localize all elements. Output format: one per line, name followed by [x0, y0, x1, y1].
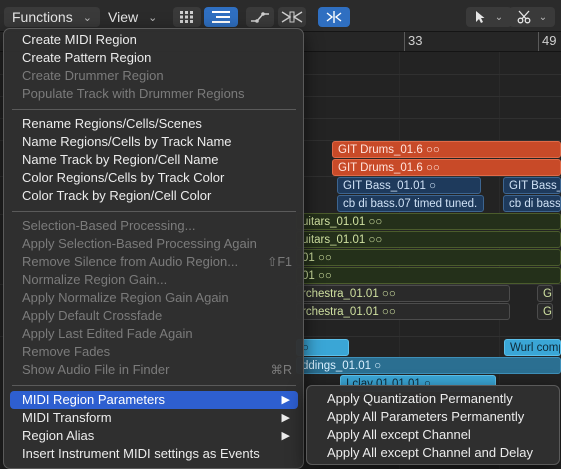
- automation-curve-icon: [251, 12, 269, 23]
- scissors-icon: [517, 10, 531, 24]
- menu-separator: [12, 211, 296, 212]
- region-orchestra-1[interactable]: rchestra_01.01 ○○: [296, 285, 510, 302]
- menu-item-name-track-by-region[interactable]: Name Track by Region/Cell Name: [10, 151, 298, 169]
- region-cb-di-bass-2[interactable]: cb di bass: [503, 195, 561, 212]
- region-git-bass[interactable]: GIT Bass_01.01 ○: [337, 177, 481, 194]
- ruler-tick: [404, 32, 405, 51]
- region-wurl-comp[interactable]: Wurl comp: [504, 339, 561, 356]
- menu-item-region-alias[interactable]: Region Alias ▶: [10, 427, 298, 445]
- functions-menu-button[interactable]: Functions ⌄: [4, 7, 100, 27]
- chevron-down-icon: ⌄: [82, 11, 92, 24]
- automation-button[interactable]: [246, 7, 274, 27]
- shortcut-label: ⇧F1: [266, 255, 292, 269]
- menu-item-create-drummer-region[interactable]: Create Drummer Region: [10, 67, 298, 85]
- menu-item-midi-region-parameters[interactable]: MIDI Region Parameters ▶: [10, 391, 298, 409]
- submenu-item-apply-all-except-channel-delay[interactable]: Apply All except Channel and Delay: [313, 444, 555, 462]
- menu-item-midi-transform[interactable]: MIDI Transform ▶: [10, 409, 298, 427]
- functions-dropdown-menu: Create MIDI Region Create Pattern Region…: [3, 28, 304, 469]
- menu-item-remove-silence[interactable]: Remove Silence from Audio Region... ⇧F1: [10, 253, 298, 271]
- tracks-list-icon: [212, 11, 230, 23]
- flex-button[interactable]: [278, 7, 306, 27]
- region-puddings[interactable]: ddings_01.01 ○: [296, 357, 561, 374]
- region-guitars-1[interactable]: uitars_01.01 ○○: [296, 213, 561, 230]
- menu-item-apply-selection-processing-again[interactable]: Apply Selection-Based Processing Again: [10, 235, 298, 253]
- region-git-bass-2[interactable]: GIT Bass_0: [503, 177, 561, 194]
- menu-item-remove-fades[interactable]: Remove Fades: [10, 343, 298, 361]
- pointer-tool-menu[interactable]: ⌄: [466, 7, 512, 27]
- submenu-item-apply-all-parameters[interactable]: Apply All Parameters Permanently: [313, 408, 555, 426]
- submenu-arrow-icon: ▶: [281, 412, 290, 424]
- menu-item-apply-default-crossfade[interactable]: Apply Default Crossfade: [10, 307, 298, 325]
- submenu-item-apply-quantization[interactable]: Apply Quantization Permanently: [313, 390, 555, 408]
- menu-item-insert-instrument-midi[interactable]: Insert Instrument MIDI settings as Event…: [10, 445, 298, 463]
- submenu-arrow-icon: ▶: [281, 394, 290, 406]
- submenu-item-apply-all-except-channel[interactable]: Apply All except Channel: [313, 426, 555, 444]
- menu-item-normalize-gain[interactable]: Normalize Region Gain...: [10, 271, 298, 289]
- tracks-view-button[interactable]: [204, 7, 238, 27]
- catch-playhead-button[interactable]: [318, 7, 350, 27]
- menu-item-label: Region Alias: [22, 428, 95, 443]
- menu-item-rename-regions[interactable]: Rename Regions/Cells/Scenes: [10, 115, 298, 133]
- menu-item-label: MIDI Transform: [22, 410, 112, 425]
- ruler-tick: [538, 32, 539, 51]
- scissors-tool-menu[interactable]: ⌄: [509, 7, 555, 27]
- region-orchestra-2[interactable]: rchestra_01.01 ○○: [296, 303, 510, 320]
- ruler-bar-49: 49: [542, 33, 557, 48]
- region-g-2[interactable]: G: [537, 303, 553, 320]
- grid-view-button[interactable]: [173, 7, 201, 27]
- menu-item-apply-normalize-again[interactable]: Apply Normalize Region Gain Again: [10, 289, 298, 307]
- pointer-arrow-icon: [475, 11, 485, 23]
- logic-arrange-window: Functions ⌄ View ⌄ ⌄ ⌄ 33 49 GIT Drums_0…: [0, 0, 561, 469]
- view-menu-button[interactable]: View ⌄: [100, 7, 165, 27]
- flex-icon: [281, 11, 303, 23]
- menu-item-name-regions-by-track[interactable]: Name Regions/Cells by Track Name: [10, 133, 298, 151]
- menu-item-show-in-finder[interactable]: Show Audio File in Finder ⌘R: [10, 361, 298, 379]
- menu-item-color-regions-by-track[interactable]: Color Regions/Cells by Track Color: [10, 169, 298, 187]
- menu-item-selection-based-processing[interactable]: Selection-Based Processing...: [10, 217, 298, 235]
- menu-item-create-midi-region[interactable]: Create MIDI Region: [10, 31, 298, 49]
- region-guitars-2[interactable]: uitars_01.01 ○○: [296, 231, 561, 248]
- menu-separator: [12, 109, 296, 110]
- menu-item-color-track-by-region[interactable]: Color Track by Region/Cell Color: [10, 187, 298, 205]
- menu-item-populate-drummer[interactable]: Populate Track with Drummer Regions: [10, 85, 298, 103]
- region-cb-di-bass[interactable]: cb di bass.07 timed tuned.: [337, 195, 484, 212]
- ruler-bar-33: 33: [408, 33, 423, 48]
- menu-item-label: Remove Silence from Audio Region...: [22, 254, 239, 269]
- menu-item-create-pattern-region[interactable]: Create Pattern Region: [10, 49, 298, 67]
- submenu-arrow-icon: ▶: [281, 430, 290, 442]
- menu-item-label: MIDI Region Parameters: [22, 392, 166, 407]
- menu-item-label: Show Audio File in Finder: [22, 362, 170, 377]
- functions-label: Functions: [12, 9, 73, 25]
- chevron-down-icon: ⌄: [148, 11, 158, 24]
- catch-icon: [326, 11, 342, 23]
- menu-item-apply-last-fade[interactable]: Apply Last Edited Fade Again: [10, 325, 298, 343]
- grid-icon: [180, 11, 193, 23]
- region-git-drums-1[interactable]: GIT Drums_01.6 ○○: [332, 141, 561, 158]
- region-g-1[interactable]: G: [537, 285, 553, 302]
- midi-region-parameters-submenu: Apply Quantization Permanently Apply All…: [306, 385, 560, 465]
- chevron-down-icon: ⌄: [538, 11, 548, 23]
- region-track-01-b[interactable]: 01 ○○: [296, 267, 561, 284]
- menu-separator: [12, 385, 296, 386]
- region-git-drums-2[interactable]: GIT Drums_01.6 ○○: [332, 159, 561, 176]
- view-label: View: [108, 9, 139, 25]
- shortcut-label: ⌘R: [270, 363, 292, 377]
- chevron-down-icon: ⌄: [494, 11, 504, 23]
- region-track-01-a[interactable]: 01 ○○: [296, 249, 561, 266]
